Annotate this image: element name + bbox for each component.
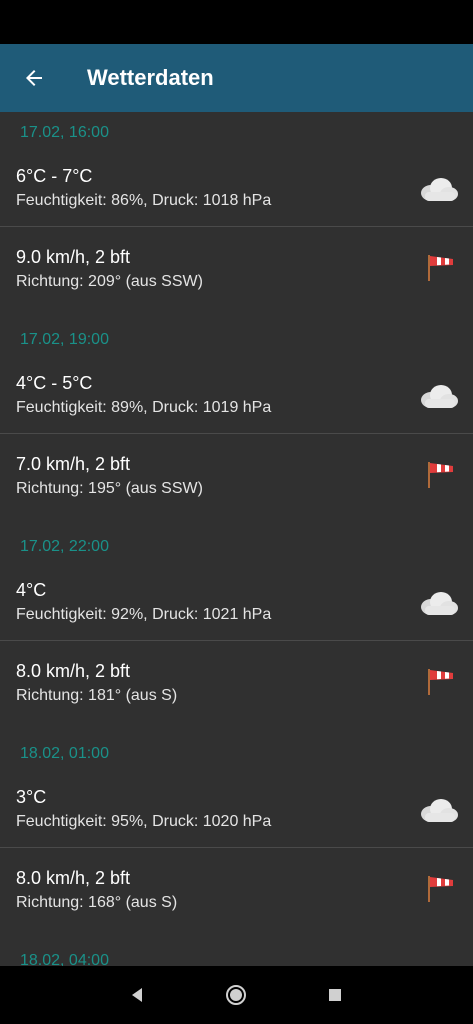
temperature-range: 3°C bbox=[16, 787, 47, 807]
system-nav-bar bbox=[0, 966, 473, 1024]
temperature-range: 4°C - 5°C bbox=[16, 373, 93, 393]
wind-row[interactable]: 8.0 km/h, 2 bft Richtung: 181° (aus S) bbox=[0, 641, 473, 733]
weather-group: 18.02, 01:00 3°C Feuchtigkeit: 95%, Druc… bbox=[0, 733, 473, 940]
windsock-icon bbox=[428, 462, 453, 488]
arrow-back-icon bbox=[26, 70, 42, 86]
nav-back-icon bbox=[132, 988, 142, 1002]
temperature-range: 4°C bbox=[16, 580, 47, 600]
weather-group: 17.02, 19:00 4°C - 5°C Feuchtigkeit: 89%… bbox=[0, 319, 473, 526]
cloud-icon bbox=[421, 178, 458, 201]
wind-speed: 8.0 km/h, 2 bft bbox=[16, 868, 131, 888]
weather-group: 17.02, 22:00 4°C Feuchtigkeit: 92%, Druc… bbox=[0, 526, 473, 733]
group-header-datetime: 18.02, 04:00 bbox=[20, 952, 109, 966]
wind-direction: Richtung: 168° (aus S) bbox=[16, 894, 178, 911]
wind-direction: Richtung: 209° (aus SSW) bbox=[16, 273, 203, 290]
wind-row[interactable]: 9.0 km/h, 2 bft Richtung: 209° (aus SSW) bbox=[0, 227, 473, 319]
back-button[interactable] bbox=[14, 58, 54, 98]
app-bar: Wetterdaten bbox=[0, 44, 473, 112]
wind-direction: Richtung: 181° (aus S) bbox=[16, 687, 178, 704]
status-bar bbox=[0, 0, 473, 44]
nav-home-button[interactable] bbox=[221, 980, 251, 1010]
temperature-row[interactable]: 6°C - 7°C Feuchtigkeit: 86%, Druck: 1018… bbox=[0, 156, 473, 227]
temperature-row[interactable]: 4°C - 5°C Feuchtigkeit: 89%, Druck: 1019… bbox=[0, 363, 473, 434]
page-title: Wetterdaten bbox=[87, 65, 214, 90]
group-header-datetime: 17.02, 22:00 bbox=[20, 538, 109, 555]
nav-home-icon bbox=[226, 985, 246, 1005]
windsock-icon bbox=[428, 876, 453, 902]
weather-group: 18.02, 04:00 bbox=[0, 940, 473, 966]
cloud-icon bbox=[421, 385, 458, 408]
windsock-icon bbox=[428, 669, 453, 695]
wind-direction: Richtung: 195° (aus SSW) bbox=[16, 480, 203, 497]
wind-speed: 7.0 km/h, 2 bft bbox=[16, 454, 131, 474]
humidity-pressure: Feuchtigkeit: 89%, Druck: 1019 hPa bbox=[16, 399, 272, 416]
humidity-pressure: Feuchtigkeit: 86%, Druck: 1018 hPa bbox=[16, 192, 272, 209]
nav-recents-icon bbox=[329, 989, 341, 1001]
humidity-pressure: Feuchtigkeit: 95%, Druck: 1020 hPa bbox=[16, 813, 272, 830]
weather-list[interactable]: 17.02, 16:00 6°C - 7°C Feuchtigkeit: 86%… bbox=[0, 112, 473, 966]
group-header-datetime: 17.02, 16:00 bbox=[20, 124, 109, 141]
group-header-datetime: 17.02, 19:00 bbox=[20, 331, 109, 348]
cloud-icon bbox=[421, 592, 458, 615]
temperature-range: 6°C - 7°C bbox=[16, 166, 93, 186]
nav-back-button[interactable] bbox=[122, 980, 152, 1010]
temperature-row[interactable]: 3°C Feuchtigkeit: 95%, Druck: 1020 hPa bbox=[0, 777, 473, 848]
windsock-icon bbox=[428, 255, 453, 281]
cloud-icon bbox=[421, 799, 458, 822]
weather-group: 17.02, 16:00 6°C - 7°C Feuchtigkeit: 86%… bbox=[0, 112, 473, 319]
group-header-datetime: 18.02, 01:00 bbox=[20, 745, 109, 762]
temperature-row[interactable]: 4°C Feuchtigkeit: 92%, Druck: 1021 hPa bbox=[0, 570, 473, 641]
wind-speed: 9.0 km/h, 2 bft bbox=[16, 247, 131, 267]
wind-speed: 8.0 km/h, 2 bft bbox=[16, 661, 131, 681]
wind-row[interactable]: 7.0 km/h, 2 bft Richtung: 195° (aus SSW) bbox=[0, 434, 473, 526]
wind-row[interactable]: 8.0 km/h, 2 bft Richtung: 168° (aus S) bbox=[0, 848, 473, 940]
nav-recents-button[interactable] bbox=[320, 980, 350, 1010]
humidity-pressure: Feuchtigkeit: 92%, Druck: 1021 hPa bbox=[16, 606, 272, 623]
